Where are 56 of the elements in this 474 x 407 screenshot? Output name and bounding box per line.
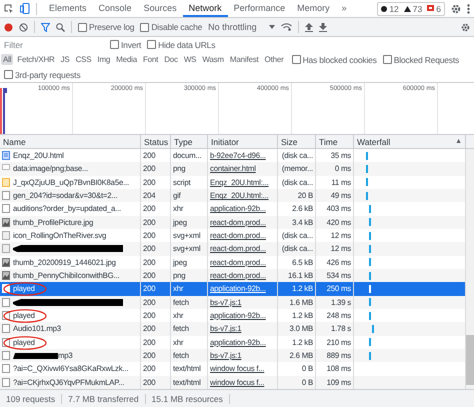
type-filter-button[interactable]: Img (95, 54, 112, 65)
dot-icon (381, 6, 388, 12)
type-filter-button[interactable]: All (1, 54, 14, 65)
column-header[interactable]: Time (316, 135, 354, 148)
panel-tab[interactable]: Console (92, 0, 138, 17)
type-filter-button[interactable]: Font (140, 54, 160, 65)
column-header[interactable]: Status (141, 135, 171, 148)
clear-icon[interactable] (19, 22, 28, 32)
device-icon[interactable] (20, 3, 30, 14)
column-header[interactable]: Name (0, 135, 141, 148)
counts-badge[interactable]: 12 73 6 (377, 2, 445, 16)
panel-tab[interactable]: Sources (138, 0, 183, 17)
menu-icon[interactable] (467, 4, 470, 14)
column-header[interactable]: Size (278, 135, 316, 148)
column-header[interactable]: Type (171, 135, 208, 148)
option-checkbox[interactable]: Preserve log (78, 22, 134, 32)
record-icon[interactable] (4, 22, 13, 32)
type-filter-button[interactable]: WS (182, 54, 198, 65)
panel-tab[interactable]: Performance (228, 0, 292, 17)
option-checkbox[interactable]: 3rd-party requests (4, 70, 80, 80)
scroll-thumb[interactable] (466, 335, 474, 385)
caret-icon (268, 25, 275, 29)
column-header[interactable]: Initiator (208, 135, 278, 148)
option-checkbox[interactable]: Invert (110, 40, 142, 50)
type-filter-button[interactable]: Other (262, 54, 286, 65)
triangle-icon (404, 6, 411, 12)
status-text: 15.1 MB resources (146, 394, 230, 404)
type-filter-button[interactable]: Manifest (228, 54, 261, 65)
wifi-settings-icon[interactable] (280, 23, 292, 31)
upload-icon[interactable] (304, 22, 313, 32)
download-icon[interactable] (318, 22, 327, 32)
type-filter-button[interactable]: Media (114, 54, 139, 65)
throttling-dropdown[interactable]: No throttling (208, 22, 275, 32)
filter-icon[interactable] (41, 22, 50, 32)
flag-icon (427, 5, 434, 12)
overview-bars-icon (0, 88, 8, 134)
type-filter-button[interactable]: CSS (74, 54, 94, 65)
count-text: 6 (427, 4, 441, 14)
search-icon[interactable] (56, 22, 65, 32)
option-checkbox[interactable]: Blocked Requests (382, 54, 460, 64)
inspect-icon[interactable] (4, 4, 14, 14)
panel-tab[interactable]: Memory (291, 0, 336, 17)
scrollbar[interactable] (466, 149, 474, 389)
type-filter-button[interactable]: Wasm (200, 54, 226, 65)
status-text: 109 requests (0, 394, 62, 404)
count-text: 12 (381, 4, 399, 14)
more-tabs-button[interactable]: » (336, 0, 353, 17)
option-checkbox[interactable]: Disable cache (140, 22, 202, 32)
type-filter-button[interactable]: Doc (162, 54, 180, 65)
option-checkbox[interactable]: Has blocked cookies (292, 54, 377, 64)
option-checkbox[interactable]: Hide data URLs (147, 40, 216, 50)
status-text: 7.7 MB transferred (62, 394, 146, 404)
type-filter-button[interactable]: JS (58, 54, 72, 65)
count-text: 73 (404, 4, 422, 14)
type-filter-button[interactable]: Fetch/XHR (15, 54, 57, 65)
panel-tab[interactable]: Elements (43, 0, 93, 17)
